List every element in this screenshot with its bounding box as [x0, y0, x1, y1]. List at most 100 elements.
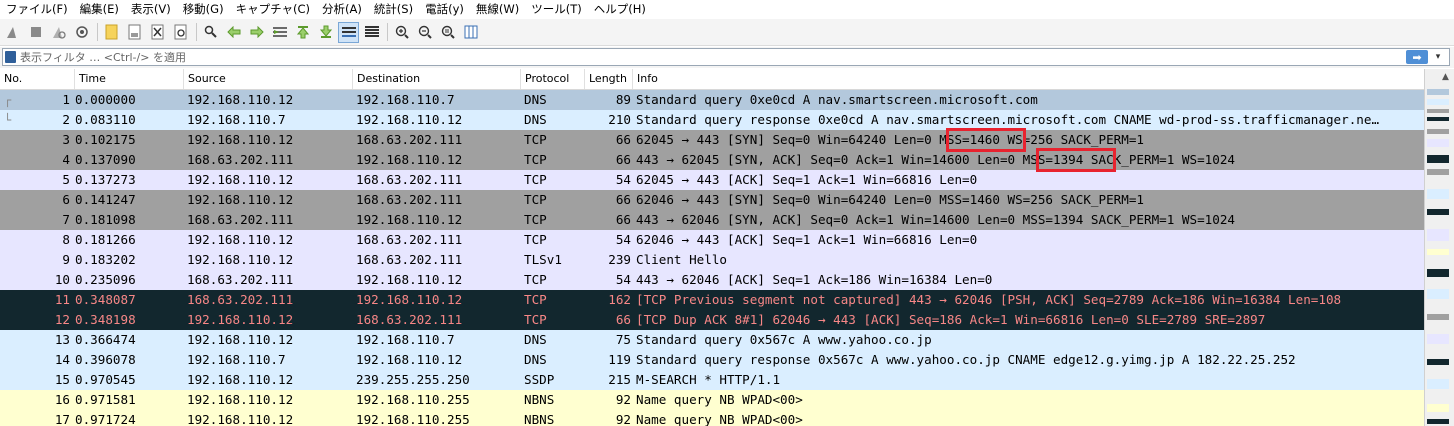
- column-header-info[interactable]: Info: [633, 69, 1424, 89]
- packet-cell-time: 0.396078: [75, 352, 136, 367]
- packet-cell-proto: TCP: [524, 272, 547, 287]
- go-first-icon[interactable]: [292, 22, 313, 43]
- packet-cell-time: 0.141247: [75, 192, 136, 207]
- zoom-normal-icon[interactable]: [437, 22, 458, 43]
- menu-item-0[interactable]: ファイル(F): [0, 0, 74, 19]
- minimap-mark: [1427, 109, 1449, 113]
- open-file-icon[interactable]: [101, 22, 122, 43]
- packet-row[interactable]: 13 0.366474 192.168.110.12 192.168.110.7 DNS…: [0, 330, 1424, 350]
- find-packet-icon[interactable]: [200, 22, 221, 43]
- packet-minimap-scrollbar[interactable]: [1424, 69, 1454, 426]
- menu-item-9[interactable]: ツール(T): [525, 0, 588, 19]
- shark-fin-start-icon[interactable]: [2, 22, 23, 43]
- packet-cell-time: 0.137273: [75, 172, 136, 187]
- packet-cell-time: 0.181266: [75, 232, 136, 247]
- minimap-mark: [1427, 189, 1449, 199]
- packet-cell-src: 192.168.110.7: [187, 352, 286, 367]
- packet-cell-proto: TCP: [524, 172, 547, 187]
- packet-row[interactable]: 9 0.183202 192.168.110.12 168.63.202.111 TLS…: [0, 250, 1424, 270]
- column-header-no[interactable]: No.: [0, 69, 75, 89]
- stop-icon[interactable]: [25, 22, 46, 43]
- go-back-icon[interactable]: [223, 22, 244, 43]
- column-header-protocol[interactable]: Protocol: [521, 69, 585, 89]
- restart-icon[interactable]: [48, 22, 69, 43]
- minimap-mark: [1427, 249, 1449, 255]
- apply-filter-arrow-icon[interactable]: ➡: [1406, 50, 1428, 64]
- packet-cell-info: Standard query response 0x567c A www.yah…: [636, 352, 1296, 367]
- reload-icon[interactable]: [170, 22, 191, 43]
- menu-item-1[interactable]: 編集(E): [74, 0, 125, 19]
- column-header-length[interactable]: Length: [585, 69, 633, 89]
- display-filter-bar: ➡ ▾: [0, 47, 1454, 68]
- packet-row[interactable]: 16 0.971581 192.168.110.12 192.168.110.255 N…: [0, 390, 1424, 410]
- go-to-packet-icon[interactable]: [269, 22, 290, 43]
- packet-row[interactable]: 5 0.137273 192.168.110.12 168.63.202.111 TCP…: [0, 170, 1424, 190]
- display-filter-input[interactable]: [20, 49, 1390, 65]
- packet-row[interactable]: 8 0.181266 192.168.110.12 168.63.202.111 TCP…: [0, 230, 1424, 250]
- scroll-up-arrow-icon[interactable]: ▲: [1439, 70, 1452, 83]
- column-header-time[interactable]: Time: [75, 69, 184, 89]
- packet-cell-dst: 168.63.202.111: [356, 192, 463, 207]
- packet-row[interactable]: 2 0.083110 192.168.110.7 192.168.110.12 DNS 2…: [0, 110, 1424, 130]
- packet-cell-len: 162: [608, 292, 631, 307]
- packet-row[interactable]: 17 0.971724 192.168.110.12 192.168.110.255 N…: [0, 410, 1424, 426]
- packet-cell-no: 6: [62, 192, 70, 207]
- menu-bar: ファイル(F) 編集(E) 表示(V) 移動(G) キャプチャ(C) 分析(A) 統計(S)…: [0, 0, 1454, 19]
- menu-item-10[interactable]: ヘルプ(H): [588, 0, 652, 19]
- packet-cell-src: 192.168.110.12: [187, 412, 294, 426]
- packet-cell-no: 3: [62, 132, 70, 147]
- menu-item-5[interactable]: 分析(A): [316, 0, 368, 19]
- resize-columns-icon[interactable]: [460, 22, 481, 43]
- autoscroll-icon[interactable]: [338, 21, 359, 43]
- minimap-mark: [1427, 359, 1449, 365]
- packet-row[interactable]: 11 0.348087 168.63.202.111 192.168.110.12 TC…: [0, 290, 1424, 310]
- chevron-down-icon[interactable]: ▾: [1431, 50, 1445, 64]
- column-header-source[interactable]: Source: [184, 69, 353, 89]
- packet-cell-time: 0.971581: [75, 392, 136, 407]
- menu-item-4[interactable]: キャプチャ(C): [230, 0, 316, 19]
- menu-item-7[interactable]: 電話(y): [419, 0, 470, 19]
- related-response-icon: └: [4, 113, 12, 127]
- packet-row[interactable]: 15 0.970545 192.168.110.12 239.255.255.250 S…: [0, 370, 1424, 390]
- zoom-out-icon[interactable]: [414, 22, 435, 43]
- go-last-icon[interactable]: [315, 22, 336, 43]
- zoom-in-icon[interactable]: [391, 22, 412, 43]
- packet-row[interactable]: 14 0.396078 192.168.110.7 192.168.110.12 DNS…: [0, 350, 1424, 370]
- go-forward-icon[interactable]: [246, 22, 267, 43]
- packet-row[interactable]: 3 0.102175 192.168.110.12 168.63.202.111 TCP…: [0, 130, 1424, 150]
- menu-item-6[interactable]: 統計(S): [368, 0, 419, 19]
- packet-row[interactable]: 10 0.235096 168.63.202.111 192.168.110.12 TC…: [0, 270, 1424, 290]
- packet-cell-dst: 192.168.110.255: [356, 412, 470, 426]
- packet-cell-len: 66: [615, 192, 631, 207]
- packet-cell-info: Standard query 0x567c A www.yahoo.co.jp: [636, 332, 932, 347]
- menu-item-3[interactable]: 移動(G): [177, 0, 230, 19]
- colorize-icon[interactable]: [361, 22, 382, 43]
- packet-cell-dst: 168.63.202.111: [356, 172, 463, 187]
- capture-options-icon[interactable]: [71, 22, 92, 43]
- packet-cell-info: 62045 → 443 [SYN] Seq=0 Win=64240 Len=0 …: [636, 132, 1144, 147]
- packet-cell-dst: 192.168.110.12: [356, 112, 463, 127]
- column-header-destination[interactable]: Destination: [353, 69, 521, 89]
- menu-item-8[interactable]: 無線(W): [470, 0, 525, 19]
- toolbar-separator: [387, 23, 388, 41]
- packet-cell-dst: 168.63.202.111: [356, 132, 463, 147]
- bookmark-icon[interactable]: [5, 51, 16, 63]
- packet-cell-time: 0.137090: [75, 152, 136, 167]
- packet-cell-len: 66: [615, 132, 631, 147]
- close-file-icon[interactable]: [147, 22, 168, 43]
- packet-cell-proto: TLSv1: [524, 252, 562, 267]
- packet-cell-dst: 192.168.110.7: [356, 332, 455, 347]
- menu-item-2[interactable]: 表示(V): [125, 0, 177, 19]
- save-file-icon[interactable]: [124, 22, 145, 43]
- packet-row[interactable]: 6 0.141247 192.168.110.12 168.63.202.111 TCP…: [0, 190, 1424, 210]
- packet-cell-no: 8: [62, 232, 70, 247]
- packet-cell-src: 192.168.110.12: [187, 92, 294, 107]
- packet-row[interactable]: 7 0.181098 168.63.202.111 192.168.110.12 TCP…: [0, 210, 1424, 230]
- packet-cell-no: 5: [62, 172, 70, 187]
- packet-row[interactable]: 1 0.000000 192.168.110.12 192.168.110.7 DNS 8…: [0, 90, 1424, 110]
- packet-cell-no: 7: [62, 212, 70, 227]
- packet-row[interactable]: 12 0.348198 192.168.110.12 168.63.202.111 TC…: [0, 310, 1424, 330]
- packet-cell-len: 66: [615, 152, 631, 167]
- packet-cell-src: 168.63.202.111: [187, 272, 294, 287]
- packet-row[interactable]: 4 0.137090 168.63.202.111 192.168.110.12 TCP…: [0, 150, 1424, 170]
